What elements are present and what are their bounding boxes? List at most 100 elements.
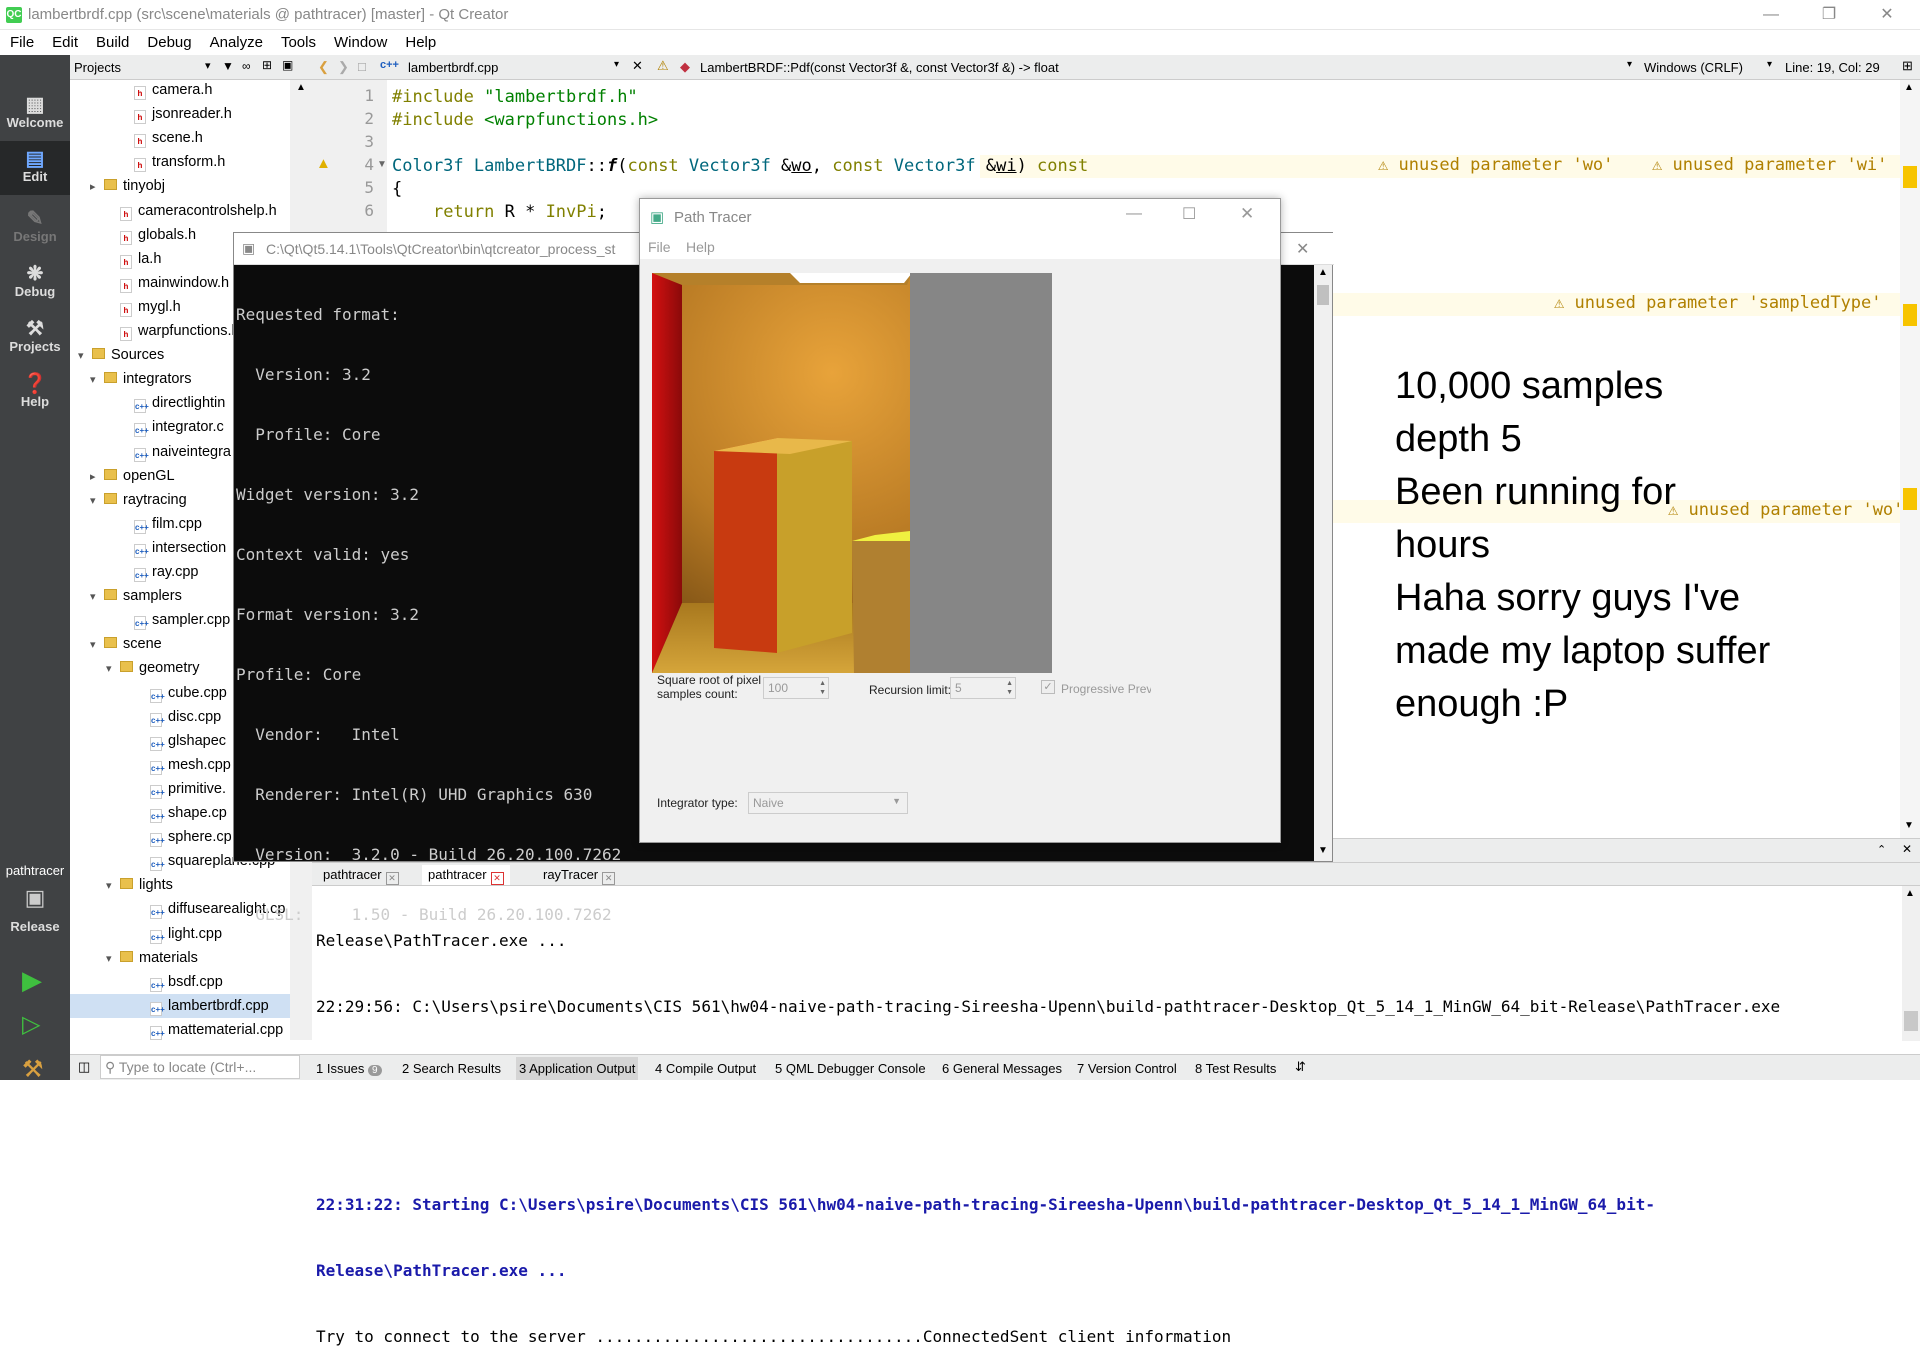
menu-help[interactable]: Help <box>395 30 444 51</box>
tree-item[interactable]: h transform.h <box>70 150 290 174</box>
tree-item[interactable]: c++ bsdf.cpp <box>70 970 290 994</box>
chevron-up-icon[interactable]: ▲ <box>1904 82 1914 93</box>
pane-version-control[interactable]: 7 Version Control <box>1077 1061 1177 1076</box>
projects-combo[interactable]: Projects <box>74 60 121 75</box>
maximize-pane-icon[interactable]: ⌃ <box>1877 843 1886 856</box>
cursor-position[interactable]: Line: 19, Col: 29 <box>1785 60 1880 75</box>
menu-file[interactable]: File <box>0 30 42 51</box>
minimize-button[interactable]: — <box>1748 0 1794 30</box>
mode-edit[interactable]: ▤ Edit <box>0 141 70 195</box>
chevron-down-icon[interactable]: ▾ <box>90 368 104 392</box>
chevron-down-icon[interactable]: ▾ <box>1767 59 1772 70</box>
chevron-down-icon[interactable]: ▾ <box>106 947 120 971</box>
chevron-up-icon[interactable]: ▲ <box>1318 267 1328 278</box>
fold-arrow-icon[interactable]: ▼ <box>377 159 387 170</box>
pane-issues[interactable]: 1 Issues 9 <box>316 1061 382 1076</box>
close-pane-icon[interactable]: ✕ <box>1902 842 1912 856</box>
monitor-icon[interactable]: ▣ <box>0 885 70 911</box>
progressive-checkbox[interactable]: ✓ <box>1041 680 1055 694</box>
maximize-icon[interactable]: ☐ <box>1182 204 1196 224</box>
warning-icon[interactable]: ▲ <box>316 155 331 172</box>
path-tracer-window[interactable]: ▣ Path Tracer — ☐ ✕ File Help Square roo… <box>639 198 1281 843</box>
forward-icon[interactable]: ❯ <box>338 59 349 75</box>
tree-item[interactable]: h jsonreader.h <box>70 102 290 126</box>
chevron-down-icon[interactable]: ▼ <box>892 796 901 806</box>
chevron-down-icon[interactable]: ▼ <box>1904 820 1914 831</box>
output-scrollbar[interactable]: ▲ <box>1902 886 1920 1041</box>
menu-file[interactable]: File <box>648 239 671 255</box>
toggle-sidebar-icon[interactable]: ◫ <box>78 1059 90 1075</box>
chevron-down-icon[interactable]: ▾ <box>90 585 104 609</box>
chevron-down-icon[interactable]: ▾ <box>106 657 120 681</box>
warning-marker[interactable] <box>1903 166 1917 188</box>
close-icon[interactable]: ✕ <box>1296 239 1309 259</box>
symbol-combo[interactable]: LambertBRDF::Pdf(const Vector3f &, const… <box>700 60 1059 75</box>
minimize-icon[interactable]: — <box>1126 205 1142 223</box>
chevron-down-icon[interactable]: ▾ <box>205 59 211 72</box>
tree-item[interactable]: c++ mattematerial.cpp <box>70 1018 290 1040</box>
split-icon[interactable]: ⊞ <box>262 58 272 72</box>
chevron-down-icon[interactable]: ▾ <box>1627 59 1632 70</box>
chevron-right-icon[interactable]: ▸ <box>90 465 104 489</box>
chevron-down-icon[interactable]: ▾ <box>614 59 619 70</box>
locator-input[interactable]: ⚲ Type to locate (Ctrl+... <box>100 1055 300 1079</box>
tree-item[interactable]: ▸ tinyobj <box>70 174 290 198</box>
restore-button[interactable]: ❐ <box>1806 0 1852 30</box>
pane-qml-debugger[interactable]: 5 QML Debugger Console <box>775 1061 926 1076</box>
chevron-down-icon[interactable]: ▼ <box>1318 845 1328 856</box>
pane-compile-output[interactable]: 4 Compile Output <box>655 1061 756 1076</box>
menu-debug[interactable]: Debug <box>137 30 199 51</box>
scroll-thumb[interactable] <box>1904 1011 1918 1031</box>
chevron-down-icon[interactable]: ▾ <box>90 633 104 657</box>
open-file-combo[interactable]: lambertbrdf.cpp <box>408 60 498 75</box>
editor-scrollbar[interactable]: ▲ ▼ <box>1900 80 1920 838</box>
warning-marker[interactable] <box>1903 488 1917 510</box>
split-icon[interactable]: ⊞ <box>1902 58 1913 74</box>
chevron-down-icon[interactable]: ▾ <box>78 344 92 368</box>
close-pane-icon[interactable]: ▣ <box>282 58 293 72</box>
filter-icon[interactable]: ▼ <box>222 59 234 73</box>
pane-general-messages[interactable]: 6 General Messages <box>942 1061 1062 1076</box>
menu-tools[interactable]: Tools <box>271 30 324 51</box>
chevron-up-icon[interactable]: ▲ <box>296 82 306 93</box>
close-icon[interactable]: ✕ <box>1240 204 1254 224</box>
mode-projects[interactable]: ⚒ Projects <box>0 311 70 365</box>
line-ending-combo[interactable]: Windows (CRLF) <box>1644 60 1743 75</box>
samples-spinbox[interactable]: 100 ▲ ▼ <box>763 677 829 699</box>
recursion-spinbox[interactable]: 5 ▲ ▼ <box>950 677 1016 699</box>
warning-marker[interactable] <box>1903 304 1917 326</box>
console-scrollbar[interactable]: ▲ ▼ <box>1314 265 1332 861</box>
menu-window[interactable]: Window <box>324 30 395 51</box>
pane-test-results[interactable]: 8 Test Results <box>1195 1061 1276 1076</box>
mode-help[interactable]: ❓ Help <box>0 366 70 420</box>
close-button[interactable]: ✕ <box>1864 0 1910 30</box>
menu-help[interactable]: Help <box>686 239 715 255</box>
pane-application-output[interactable]: 3 Application Output <box>516 1057 639 1080</box>
chevron-down-icon[interactable]: ▾ <box>90 489 104 513</box>
spin-arrows-icon[interactable]: ▲ ▼ <box>1006 679 1013 697</box>
more-panes-icon[interactable]: ⇵ <box>1295 1059 1306 1075</box>
tree-item[interactable]: h camera.h <box>70 80 290 102</box>
tree-item[interactable]: c++ lambertbrdf.cpp <box>70 993 290 1018</box>
render-viewport[interactable] <box>652 273 1052 673</box>
back-icon[interactable]: ❮ <box>318 59 329 75</box>
spin-arrows-icon[interactable]: ▲ ▼ <box>819 679 826 697</box>
menu-build[interactable]: Build <box>86 30 137 51</box>
pane-search-results[interactable]: 2 Search Results <box>402 1061 501 1076</box>
integrator-combo[interactable]: Naive ▼ <box>748 792 908 814</box>
tree-item[interactable]: h cameracontrolshelp.h <box>70 199 290 223</box>
link-icon[interactable]: ∞ <box>242 59 251 73</box>
mode-design[interactable]: ✎ Design <box>0 201 70 255</box>
debug-run-icon[interactable]: ▷ <box>22 1010 40 1039</box>
scroll-thumb[interactable] <box>1317 285 1329 305</box>
chevron-up-icon[interactable]: ▲ <box>1905 888 1915 899</box>
menu-analyze[interactable]: Analyze <box>200 30 271 51</box>
close-document-icon[interactable]: ✕ <box>632 58 643 74</box>
tree-item[interactable]: h scene.h <box>70 126 290 150</box>
menu-edit[interactable]: Edit <box>42 30 86 51</box>
chevron-down-icon[interactable]: ▾ <box>106 874 120 898</box>
run-icon[interactable]: ▶ <box>22 965 42 996</box>
mode-welcome[interactable]: ▦ Welcome <box>0 87 70 141</box>
mode-debug[interactable]: ❋ Debug <box>0 256 70 310</box>
chevron-right-icon[interactable]: ▸ <box>90 175 104 199</box>
